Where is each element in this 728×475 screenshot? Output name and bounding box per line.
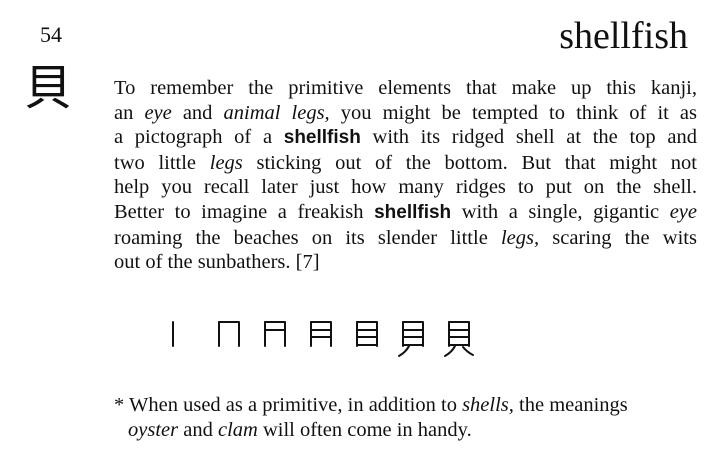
footnote-text: will often come in handy. [257,418,472,441]
stroke-step-glyph [356,321,378,347]
story-text: out of the sunbathers. [7] [114,251,320,274]
story-line: Better to imagine a freakish shellfish w… [114,200,697,226]
footnote-text: oyster [128,418,179,441]
story-text: legs [209,151,243,174]
frame-number: 54 [40,22,62,47]
stroke-step-glyph [310,321,332,347]
story-line: To remember the primitive elements that … [114,76,697,101]
stroke-step-glyph [444,321,474,357]
stroke-6 [398,345,410,357]
footnote-text: When used as a primitive, in addition to [129,394,463,416]
footnote-text: clam [217,418,258,441]
story-text: sticking out of the bottom. But that mig… [242,151,697,174]
story-text: scaring the wits [539,226,697,249]
story-line: a pictograph of a shellfish with its rid… [114,125,697,151]
footnote-text: shells, [462,394,514,416]
story-line: two little legs sticking out of the bott… [114,151,697,176]
stroke-2 [448,321,470,347]
stroke-step-glyph [172,321,174,347]
stroke-2 [218,321,240,347]
stroke-step-4 [298,318,344,358]
footnote-text: the meanings [513,394,628,416]
footnote: * When used as a primitive, in addition … [114,393,697,442]
stroke-step-5 [344,318,390,358]
stroke-step-2 [206,318,252,358]
story-text: legs, [500,226,540,249]
story-text: with a single, gigantic [451,200,670,223]
stroke-order-diagram [160,318,482,358]
stroke-2 [264,321,286,347]
story-text: Better to imagine a freakish [114,200,375,223]
footnote-marker: * [114,394,130,416]
story-line: roaming the beaches on its slender littl… [114,226,697,251]
stroke-step-glyph [264,321,286,347]
story-text: shellfish [283,127,361,149]
stroke-2 [310,321,332,347]
story-line: an eye and animal legs, you might be tem… [114,101,697,126]
footnote-text: and [178,418,218,441]
stroke-6 [444,345,456,357]
story-text: eye [669,200,697,223]
stroke-step-glyph [398,321,424,357]
story-paragraph: To remember the primitive elements that … [114,76,697,275]
stroke-2 [356,321,378,347]
story-text: help you recall later just how many ridg… [114,176,697,199]
kanji-character: 貝 [24,60,73,116]
story-text: with its ridged shell at the top and [360,126,697,149]
story-text: To remember the primitive elements that … [114,77,697,99]
stroke-step-1 [160,318,206,358]
stroke-step-3 [252,318,298,358]
footnote-line: * When used as a primitive, in addition … [114,394,628,416]
story-text: eye [144,101,172,124]
story-text: animal legs, [223,101,330,124]
stroke-step-glyph [218,321,240,347]
story-text: a pictograph of a [114,126,284,149]
stroke-step-7 [436,318,482,358]
keyword-heading: shellfish [559,15,688,57]
footnote-line: oyster and clam will often come in handy… [114,418,697,443]
story-line: out of the sunbathers. [7] [114,250,697,275]
story-text: two little [114,151,210,174]
story-text: shellfish [374,201,452,223]
stroke-7 [462,346,474,356]
story-text: roaming the beaches on its slender littl… [114,226,501,249]
story-text: and [171,101,224,124]
story-text: you might be tempted to think of it as [329,101,698,124]
story-line: help you recall later just how many ridg… [114,175,697,200]
story-text: an [114,101,145,124]
stroke-2 [402,321,424,347]
stroke-step-6 [390,318,436,358]
